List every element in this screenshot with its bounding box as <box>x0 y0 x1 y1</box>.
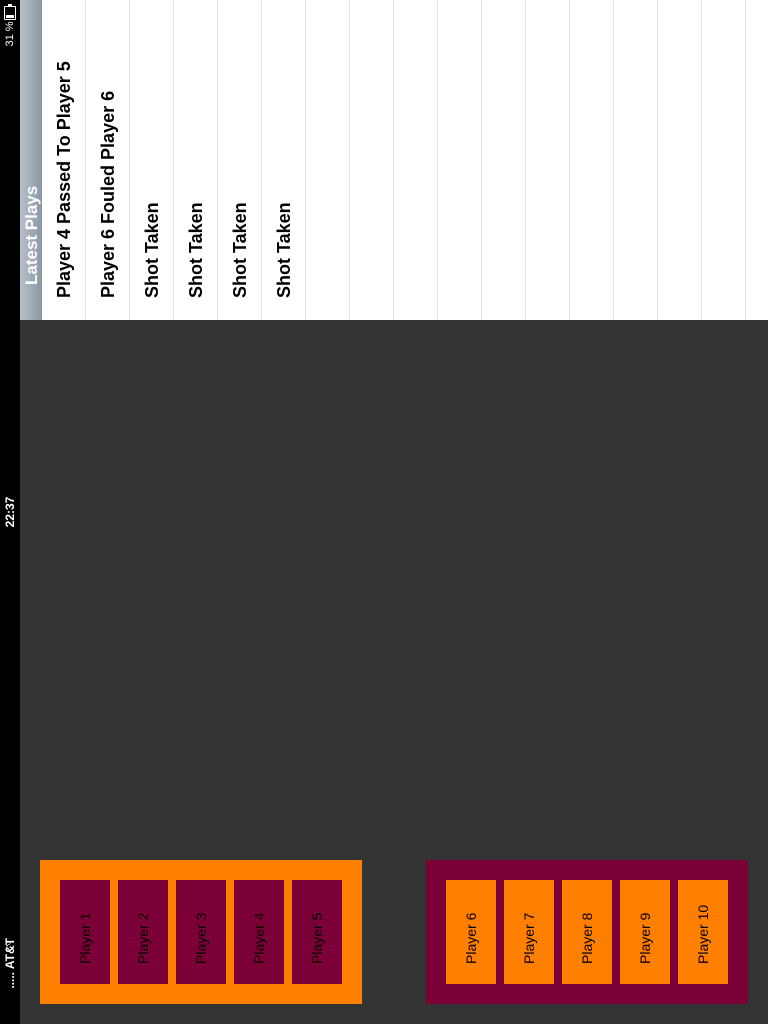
player-label: Player 1 <box>77 912 93 964</box>
wifi-icon: ◠ <box>3 942 17 954</box>
player-button-3[interactable]: Player 3 <box>176 880 226 984</box>
play-row[interactable] <box>614 0 658 320</box>
play-row[interactable]: Shot Taken <box>218 0 262 320</box>
play-row[interactable] <box>702 0 746 320</box>
play-row-label <box>438 0 482 298</box>
play-row-label: Shot Taken <box>274 202 294 298</box>
player-label: Player 4 <box>251 912 267 964</box>
play-row-label: Player 6 Fouled Player 6 <box>98 90 118 298</box>
play-row-label: Shot Taken <box>142 202 162 298</box>
play-row-label <box>526 0 570 298</box>
play-row[interactable] <box>526 0 570 320</box>
play-row-label <box>746 0 768 298</box>
play-row[interactable] <box>746 0 768 320</box>
play-row-label <box>394 0 438 298</box>
player-label: Player 2 <box>135 912 151 964</box>
play-row-label <box>570 0 614 298</box>
clock: 22:37 <box>3 496 17 528</box>
player-label: Player 6 <box>463 912 479 964</box>
player-button-8[interactable]: Player 8 <box>562 880 612 984</box>
play-row-label: Player 4 Passed To Player 5 <box>54 61 74 298</box>
player-button-2[interactable]: Player 2 <box>118 880 168 984</box>
play-row[interactable]: Shot Taken <box>174 0 218 320</box>
latest-plays-title: Latest Plays <box>22 185 41 285</box>
play-row[interactable] <box>570 0 614 320</box>
player-button-6[interactable]: Player 6 <box>446 880 496 984</box>
play-row[interactable] <box>350 0 394 320</box>
play-row[interactable]: Player 6 Fouled Player 6 <box>86 0 130 320</box>
player-button-10[interactable]: Player 10 <box>678 880 728 984</box>
play-row-label <box>702 0 746 298</box>
play-row-label <box>306 0 350 298</box>
play-row[interactable]: Player 4 Passed To Player 5 <box>42 0 86 320</box>
play-row-label <box>350 0 394 298</box>
play-row-label: Shot Taken <box>230 202 250 298</box>
status-bar: ..... AT&T ◠ 22:37 31 % <box>0 0 20 1024</box>
player-label: Player 10 <box>695 904 711 964</box>
play-row[interactable] <box>306 0 350 320</box>
player-button-1[interactable]: Player 1 <box>60 880 110 984</box>
player-label: Player 7 <box>521 912 537 964</box>
player-button-9[interactable]: Player 9 <box>620 880 670 984</box>
play-row[interactable] <box>658 0 702 320</box>
play-row-label <box>482 0 526 298</box>
player-label: Player 5 <box>309 912 325 964</box>
play-row[interactable]: Shot Taken <box>262 0 306 320</box>
play-row[interactable] <box>394 0 438 320</box>
play-row-label: Shot Taken <box>186 202 206 298</box>
player-button-4[interactable]: Player 4 <box>234 880 284 984</box>
latest-plays-header: Latest Plays <box>20 0 42 320</box>
player-label: Player 3 <box>193 912 209 964</box>
play-row[interactable] <box>482 0 526 320</box>
play-row-label <box>658 0 702 298</box>
battery-icon <box>4 4 16 20</box>
player-button-7[interactable]: Player 7 <box>504 880 554 984</box>
player-label: Player 9 <box>637 912 653 964</box>
play-row[interactable] <box>438 0 482 320</box>
team-home-panel: Player 1 Player 2 Player 3 Player 4 Player 5 <box>40 860 362 1004</box>
team-away-panel: Player 6 Player 7 Player 8 Player 9 Player 1… <box>426 860 748 1004</box>
player-button-5[interactable]: Player 5 <box>292 880 342 984</box>
play-row[interactable]: Shot Taken <box>130 0 174 320</box>
latest-plays-panel: Latest Plays Player 4 Passed To Player 5… <box>20 0 768 320</box>
play-row-label <box>614 0 658 298</box>
player-label: Player 8 <box>579 912 595 964</box>
